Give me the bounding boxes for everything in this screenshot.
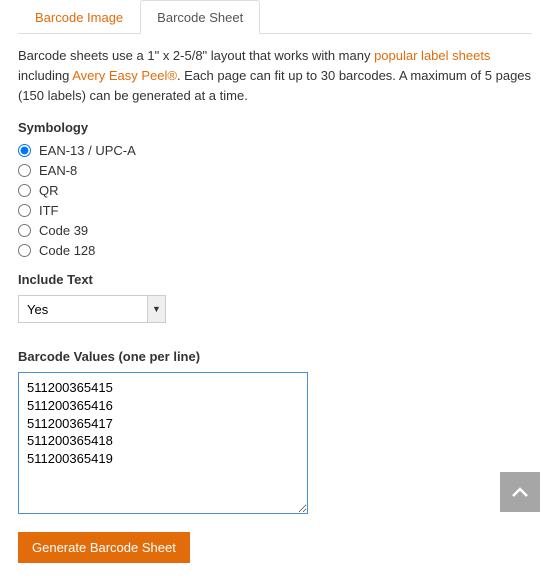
radio-code39[interactable] xyxy=(18,224,31,237)
barcode-values-title: Barcode Values (one per line) xyxy=(18,349,532,364)
symbology-options: EAN-13 / UPC-A EAN-8 QR ITF Code 39 Code… xyxy=(18,143,532,258)
scroll-to-top-button[interactable] xyxy=(500,472,540,512)
symbology-option-ean8[interactable]: EAN-8 xyxy=(18,163,532,178)
symbology-option-code128[interactable]: Code 128 xyxy=(18,243,532,258)
tab-barcode-image[interactable]: Barcode Image xyxy=(18,0,140,34)
radio-label: EAN-8 xyxy=(39,163,77,178)
radio-label: Code 128 xyxy=(39,243,95,258)
tabs: Barcode Image Barcode Sheet xyxy=(18,0,532,34)
radio-ean8[interactable] xyxy=(18,164,31,177)
intro-part-2: including xyxy=(18,68,72,83)
barcode-values-input[interactable] xyxy=(18,372,308,514)
symbology-option-itf[interactable]: ITF xyxy=(18,203,532,218)
include-text-title: Include Text xyxy=(18,272,532,287)
radio-code128[interactable] xyxy=(18,244,31,257)
radio-ean13[interactable] xyxy=(18,144,31,157)
radio-itf[interactable] xyxy=(18,204,31,217)
symbology-option-code39[interactable]: Code 39 xyxy=(18,223,532,238)
include-text-select[interactable]: Yes xyxy=(18,295,166,323)
intro-part-1: Barcode sheets use a 1" x 2-5/8" layout … xyxy=(18,48,374,63)
symbology-option-ean13[interactable]: EAN-13 / UPC-A xyxy=(18,143,532,158)
generate-button[interactable]: Generate Barcode Sheet xyxy=(18,532,190,563)
radio-label: QR xyxy=(39,183,59,198)
link-popular-label-sheets[interactable]: popular label sheets xyxy=(374,48,490,63)
symbology-title: Symbology xyxy=(18,120,532,135)
radio-label: EAN-13 / UPC-A xyxy=(39,143,136,158)
radio-qr[interactable] xyxy=(18,184,31,197)
tab-barcode-sheet[interactable]: Barcode Sheet xyxy=(140,0,260,34)
link-avery-easy-peel[interactable]: Avery Easy Peel® xyxy=(72,68,177,83)
symbology-option-qr[interactable]: QR xyxy=(18,183,532,198)
include-text-select-wrap: Yes ▼ xyxy=(18,295,166,323)
tab-content: Barcode sheets use a 1" x 2-5/8" layout … xyxy=(0,34,550,581)
radio-label: Code 39 xyxy=(39,223,88,238)
radio-label: ITF xyxy=(39,203,59,218)
chevron-up-icon xyxy=(512,487,528,497)
intro-text: Barcode sheets use a 1" x 2-5/8" layout … xyxy=(18,46,532,106)
